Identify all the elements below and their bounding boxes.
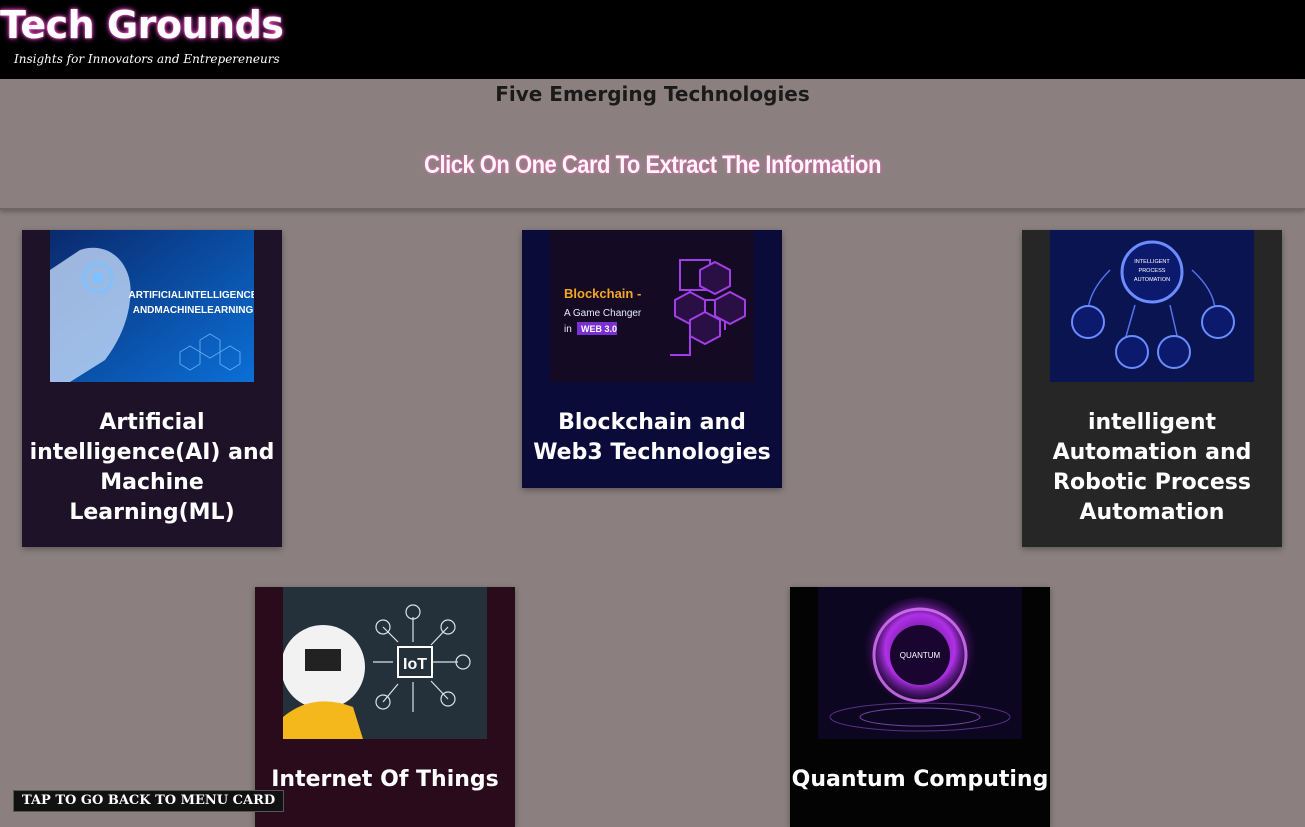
card-label-iot: Internet Of Things <box>271 767 499 792</box>
iot-image-text: IoT <box>403 656 427 673</box>
quantum-image-text: QUANTUM <box>900 651 941 660</box>
card-quantum-computing[interactable]: QUANTUM Quantum Computing <box>790 587 1050 827</box>
ai-ml-image-line2: ANDMACHINELEARNING <box>133 305 254 316</box>
card-iot[interactable]: IoT Internet Of Things <box>255 587 515 827</box>
blockchain-image-badge: WEB 3.0 <box>581 324 617 334</box>
blockchain-image-in: in <box>564 324 572 335</box>
card-ai-ml[interactable]: ARTIFICIALINTELLIGENCE ANDMACHINELEARNIN… <box>22 230 282 547</box>
card-blockchain[interactable]: Blockchain - A Game Changer in WEB 3.0 B… <box>522 230 782 488</box>
card-label-intelligent-automation: intelligent Automation and Robotic Proce… <box>1052 410 1252 525</box>
instruction-text: Click On One Card To Extract The Informa… <box>424 150 881 179</box>
card-intelligent-automation[interactable]: INTELLIGENT PROCESS AUTOMATION intellige… <box>1022 230 1282 547</box>
brand-tagline: Insights for Innovators and Entrepereneu… <box>14 52 280 66</box>
automation-image: INTELLIGENT PROCESS AUTOMATION <box>1050 230 1254 382</box>
hero-section: Five Emerging Technologies Click On One … <box>0 79 1305 210</box>
blockchain-image-title: Blockchain - <box>564 286 641 301</box>
back-to-menu-button[interactable]: TAP TO GO BACK TO MENU CARD <box>13 790 285 812</box>
automation-image-c2: PROCESS <box>1139 268 1166 274</box>
card-label-ai-ml: Artificial intelligence(AI) and Machine … <box>29 410 275 525</box>
brand-title[interactable]: Tech Grounds <box>0 0 284 50</box>
automation-image-c1: INTELLIGENT <box>1134 259 1170 265</box>
card-label-blockchain: Blockchain and Web3 Technologies <box>533 410 771 465</box>
ai-ml-image: ARTIFICIALINTELLIGENCE ANDMACHINELEARNIN… <box>50 230 254 382</box>
iot-image: IoT <box>283 587 487 739</box>
blockchain-image-sub: A Game Changer <box>564 308 642 319</box>
page-title: Five Emerging Technologies <box>495 82 810 106</box>
automation-image-c3: AUTOMATION <box>1134 277 1170 283</box>
card-label-quantum-computing: Quantum Computing <box>791 767 1049 792</box>
top-bar: Tech Grounds Insights for Innovators and… <box>0 0 1305 79</box>
ai-ml-image-line1: ARTIFICIALINTELLIGENCE <box>129 290 254 301</box>
quantum-image: QUANTUM <box>818 587 1022 739</box>
blockchain-image: Blockchain - A Game Changer in WEB 3.0 <box>550 230 754 382</box>
